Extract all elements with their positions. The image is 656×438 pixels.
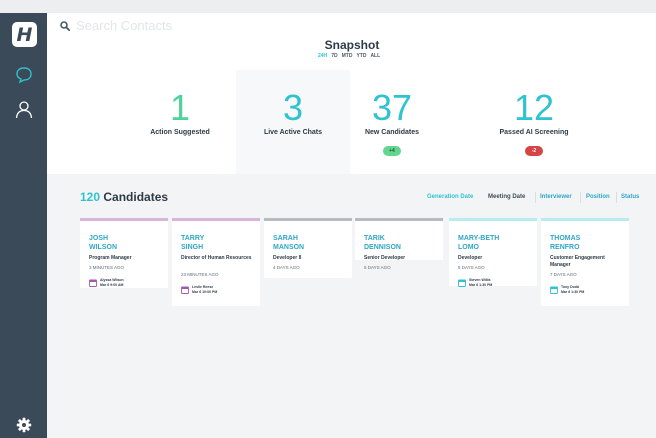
candidate-position: Senior Developer: [364, 255, 406, 261]
candidate-time: 7 DAYS AGO: [550, 272, 577, 277]
candidate-name[interactable]: TARIK DENNISON: [364, 234, 442, 252]
stat-value: 37: [371, 87, 413, 128]
filter-divider: [535, 192, 536, 203]
candidate-name[interactable]: JOSH WILSON: [89, 234, 167, 252]
candidate-name[interactable]: MARY-BETH LOMO: [458, 234, 536, 252]
candidate-card[interactable]: TARRY SINGH Director of Human Resources 23 …: [172, 218, 260, 306]
stat-value: 1: [169, 87, 191, 128]
calendar-icon: [550, 286, 558, 294]
candidate-card[interactable]: THOMAS RENFRO Customer Engagement Manager 7…: [541, 218, 629, 306]
top-bar: [0, 0, 656, 13]
candidate-card[interactable]: SARAH MANSON Developer II 4 DAYS AGO: [264, 218, 352, 278]
meeting-time: Mar 6 9:00 AM: [100, 282, 124, 287]
stat-label: Passed AI Screening: [499, 129, 569, 136]
meeting-info[interactable]: Tony Dodd Mar 6 1:30 PM: [550, 285, 584, 294]
candidate-time: 4 DAYS AGO: [273, 265, 300, 270]
meeting-details: Alyssa Wilson Mar 6 9:00 AM: [100, 278, 124, 287]
meeting-details: Leslie Reese Mar 6 10:00 PM: [192, 285, 217, 294]
candidate-card[interactable]: JOSH WILSON Program Manager 3 MINUTES AGO Al…: [80, 218, 168, 288]
candidate-time: 5 DAYS AGO: [364, 265, 391, 270]
filter-meeting-date[interactable]: Meeting Date: [488, 194, 525, 200]
candidate-position: Developer II: [273, 255, 302, 261]
meeting-time: Mar 6 1:30 PM: [561, 289, 585, 294]
meeting-details: Tony Dodd Mar 6 1:30 PM: [561, 285, 584, 294]
range-tab-all[interactable]: ALL: [370, 53, 380, 59]
candidates-panel: [47, 174, 656, 438]
candidate-position: Program Manager: [89, 255, 132, 261]
candidate-card[interactable]: MARY-BETH LOMO Developer 5 DAYS AGO Steven W…: [449, 218, 537, 287]
candidate-name[interactable]: SARAH MANSON: [273, 234, 351, 252]
logo[interactable]: H: [12, 22, 37, 47]
range-tab-mtd[interactable]: MTD: [342, 53, 353, 59]
stat-change-badge: +4: [383, 146, 401, 156]
meeting-details: Steven Willis Mar 6 1:30 PM: [469, 278, 492, 287]
filter-divider: [580, 192, 581, 203]
gear-icon[interactable]: [16, 417, 32, 433]
stat-new-candidates[interactable]: 37 New Candidates +4: [327, 88, 457, 157]
candidate-position: Developer: [458, 255, 483, 261]
candidate-position: Customer Engagement Manager: [550, 255, 605, 268]
filter-position[interactable]: Position: [586, 194, 610, 200]
user-icon[interactable]: [14, 99, 34, 119]
range-tab-24h[interactable]: 24H: [318, 53, 327, 59]
meeting-interviewer: Steven Willis: [469, 278, 491, 282]
range-tab-ytd[interactable]: YTD: [356, 53, 366, 59]
candidate-name[interactable]: TARRY SINGH: [181, 234, 259, 252]
meeting-time: Mar 6 1:30 PM: [469, 282, 493, 287]
meeting-interviewer: Alyssa Wilson: [100, 278, 124, 282]
candidate-position: Director of Human Resources: [181, 255, 252, 261]
calendar-icon: [181, 286, 189, 294]
snapshot-title: Snapshot: [324, 38, 380, 52]
candidate-card[interactable]: TARIK DENNISON Senior Developer 5 DAYS AGO: [355, 218, 443, 270]
filter-divider: [616, 192, 617, 203]
meeting-info[interactable]: Steven Willis Mar 6 1:30 PM: [458, 278, 492, 287]
meeting-info[interactable]: Alyssa Wilson Mar 6 9:00 AM: [89, 278, 124, 287]
meeting-info[interactable]: Leslie Reese Mar 6 10:00 PM: [181, 285, 217, 294]
stat-action-suggested[interactable]: 1 Action Suggested: [115, 87, 245, 137]
search-icon[interactable]: [60, 20, 70, 31]
search-input[interactable]: [76, 18, 276, 33]
filter-interviewer[interactable]: Interviewer: [540, 194, 572, 200]
chat-icon[interactable]: [14, 65, 34, 85]
calendar-icon: [458, 279, 466, 287]
stat-label: New Candidates: [364, 129, 420, 136]
calendar-icon: [89, 279, 97, 287]
meeting-time: Mar 6 10:00 PM: [192, 289, 218, 294]
stat-change-badge: -2: [525, 146, 543, 156]
candidate-time: 3 MINUTES AGO: [89, 265, 125, 270]
stat-value: 12: [513, 87, 555, 128]
stat-label: Action Suggested: [150, 129, 210, 136]
range-tab-7d[interactable]: 7D: [331, 53, 337, 59]
sidebar: H: [0, 13, 47, 438]
stat-passed-ai-screening[interactable]: 12 Passed AI Screening -2: [469, 88, 599, 157]
time-range-selector: 24H 7D MTD YTD ALL: [318, 53, 380, 59]
candidate-name[interactable]: THOMAS RENFRO: [550, 234, 628, 252]
candidate-time: 5 DAYS AGO: [458, 265, 485, 270]
filter-generation-date[interactable]: Generation Date: [427, 194, 473, 200]
candidate-sort-filters: Generation Date Meeting Date Interviewer Po…: [0, 192, 656, 204]
filter-status[interactable]: Status: [621, 194, 639, 200]
search-bar: [60, 18, 276, 33]
candidate-time: 23 MINUTES AGO: [181, 272, 219, 277]
